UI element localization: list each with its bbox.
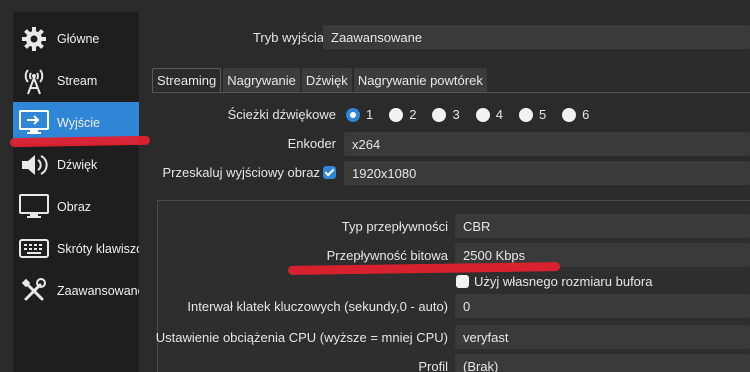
radio-label: 4 [495, 107, 503, 122]
output-settings-panel: Tryb wyjścia Zaawansowane Streaming Nagr… [140, 0, 750, 372]
monitor-output-icon [19, 108, 49, 138]
radio-dot [475, 107, 490, 122]
sidebar-item-hotkeys[interactable]: Skróty klawiszowe [13, 228, 139, 270]
settings-sidebar: Główne Stream Wyjście Dźwięk Obraz Skrót… [13, 12, 139, 372]
radio-dot [518, 107, 533, 122]
cpu-preset-select[interactable]: veryfast [455, 325, 750, 349]
radio-dot [389, 107, 404, 122]
rescale-label: Przeskaluj wyjściowy obraz [162, 165, 321, 180]
sidebar-item-label: Główne [57, 32, 100, 46]
radio-label: 6 [582, 107, 590, 122]
tab-audio[interactable]: Dźwięk [301, 68, 352, 92]
sidebar-item-label: Wyjście [57, 116, 100, 130]
keyboard-icon [19, 234, 49, 264]
rescale-checkbox[interactable] [323, 166, 336, 179]
encoder-label: Enkoder [287, 136, 336, 151]
radio-dot [562, 107, 577, 122]
tab-recording[interactable]: Nagrywanie [223, 68, 300, 92]
audio-track-radio-2[interactable]: 2 [389, 107, 416, 122]
cpu-preset-label: Ustawienie obciążenia CPU (wyższe = mnie… [155, 330, 448, 345]
tab-streaming[interactable]: Streaming [152, 68, 222, 92]
output-tabs: Streaming Nagrywanie Dźwięk Nagrywanie p… [152, 68, 487, 92]
profile-label: Profil [418, 359, 448, 372]
output-mode-select[interactable]: Zaawansowane [323, 25, 750, 49]
keyframe-interval-input[interactable]: 0 [455, 294, 750, 318]
sidebar-item-general[interactable]: Główne [13, 18, 139, 60]
audio-track-radio-6[interactable]: 6 [562, 107, 589, 122]
audio-track-radio-3[interactable]: 3 [432, 107, 460, 122]
custom-buffer-label: Użyj własnego rozmiaru bufora [474, 274, 653, 289]
keyframe-interval-label: Interwał klatek kluczowych (sekundy,0 - … [187, 299, 448, 314]
sidebar-item-stream[interactable]: Stream [13, 60, 139, 102]
broadcast-antenna-icon [19, 66, 49, 96]
radio-label: 5 [538, 107, 547, 122]
encoder-select[interactable]: x264 [344, 132, 750, 156]
radio-label: 3 [452, 107, 460, 122]
custom-buffer-checkbox[interactable] [456, 275, 469, 288]
rate-control-label: Typ przepływności [341, 219, 448, 234]
speaker-icon [19, 150, 49, 180]
bitrate-label: Przepływność bitowa [326, 248, 448, 263]
sidebar-item-label: Stream [57, 74, 98, 88]
output-mode-label: Tryb wyjścia [252, 30, 324, 45]
sidebar-item-video[interactable]: Obraz [13, 186, 139, 228]
sidebar-item-label: Dźwięk [57, 158, 98, 172]
radio-dot [346, 107, 360, 122]
audio-tracks-label: Ścieżki dźwiękowe [227, 107, 336, 122]
monitor-icon [19, 192, 49, 222]
radio-dot [432, 107, 447, 122]
audio-track-radio-4[interactable]: 4 [475, 107, 503, 122]
sidebar-item-advanced[interactable]: Zaawansowane [13, 270, 139, 312]
audio-track-radio-5[interactable]: 5 [518, 107, 547, 122]
tab-divider [152, 92, 750, 93]
rate-control-select[interactable]: CBR [455, 214, 750, 238]
profile-select[interactable]: (Brak) [455, 354, 750, 372]
radio-label: 1 [366, 107, 374, 122]
tab-replay-buffer[interactable]: Nagrywanie powtórek [353, 68, 487, 92]
sidebar-item-label: Skróty klawiszowe [57, 242, 139, 256]
audio-track-radio-group: 1 2 3 4 5 6 [346, 107, 605, 122]
sidebar-item-audio[interactable]: Dźwięk [13, 144, 139, 186]
rescale-resolution-select[interactable]: 1920x1080 [344, 161, 750, 185]
tools-icon [19, 276, 49, 306]
radio-label: 2 [409, 107, 417, 122]
sidebar-item-label: Obraz [57, 200, 92, 214]
audio-track-radio-1[interactable]: 1 [346, 107, 373, 122]
gear-icon [19, 24, 49, 54]
sidebar-item-label: Zaawansowane [57, 284, 139, 298]
